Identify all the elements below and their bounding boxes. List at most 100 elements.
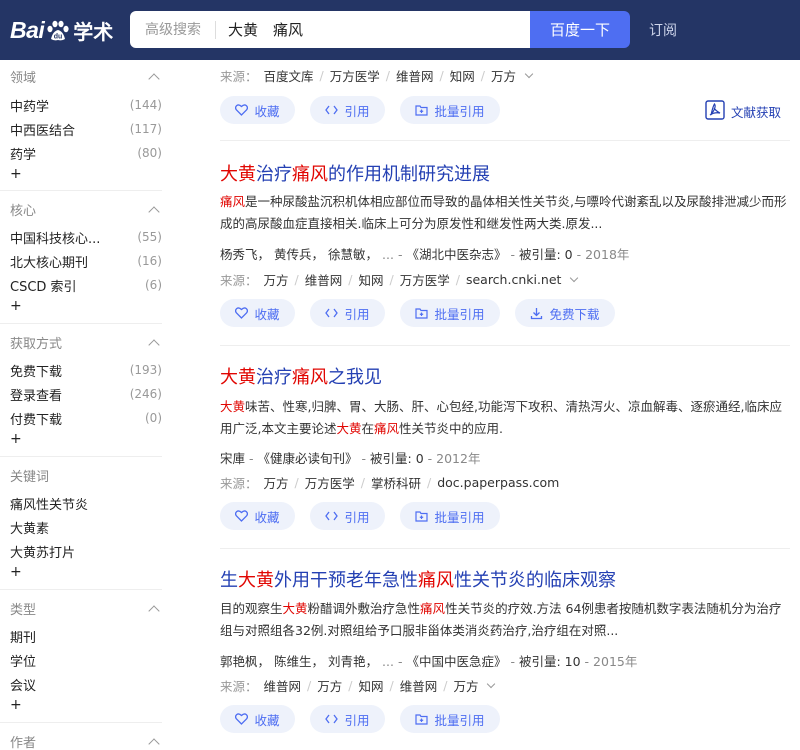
filter-item[interactable]: 药学 (80) — [10, 141, 162, 165]
filter-item[interactable]: 大黄素 — [10, 515, 162, 539]
chevron-up-icon[interactable] — [148, 338, 160, 351]
expand-more-button[interactable]: + — [10, 563, 162, 585]
collect-button[interactable]: 收藏 — [220, 96, 295, 124]
batch-cite-button[interactable]: 批量引用 — [400, 502, 500, 530]
cite-button[interactable]: 引用 — [310, 299, 385, 327]
chevron-up-icon[interactable] — [148, 604, 160, 617]
source-link[interactable]: 百度文库 — [264, 66, 314, 85]
source-link[interactable]: 维普网 — [305, 270, 343, 289]
source-link[interactable]: 万方医学 — [305, 473, 355, 492]
divider — [0, 722, 162, 723]
source-link[interactable]: doc.paperpass.com — [437, 475, 559, 490]
subscribe-link[interactable]: 订阅 — [649, 20, 677, 40]
chevron-up-icon[interactable] — [148, 72, 160, 85]
source-link[interactable]: 万方 — [491, 66, 516, 85]
collect-button[interactable]: 收藏 — [220, 502, 295, 530]
chevron-down-icon[interactable] — [570, 273, 579, 283]
author-link[interactable]: 徐慧敏 — [328, 247, 366, 262]
source-link[interactable]: 维普网 — [396, 66, 434, 85]
source-link[interactable]: 万方医学 — [330, 66, 380, 85]
action-row: 收藏 引用 批量引用 — [220, 96, 500, 124]
chevron-down-icon[interactable] — [487, 679, 496, 689]
free-download-button[interactable]: 免费下载 — [515, 299, 615, 327]
result-title[interactable]: 大黄治疗痛风之我见 — [220, 363, 382, 389]
code-brackets-icon — [325, 714, 339, 724]
document-fetch-link[interactable]: 文献获取 — [705, 100, 781, 123]
filter-group-type: 类型 期刊 学位 会议 + — [10, 598, 162, 718]
chevron-down-icon[interactable] — [524, 69, 534, 79]
batch-cite-button[interactable]: 批量引用 — [400, 299, 500, 327]
expand-more-button[interactable]: + — [10, 165, 162, 187]
filter-item[interactable]: 期刊 — [10, 624, 162, 648]
result-divider — [220, 548, 790, 549]
result-meta: 杨秀飞， 黄传兵， 徐慧敏， ... - 《湖北中医杂志》 - 被引量: 0 -… — [220, 247, 630, 262]
batch-cite-button[interactable]: 批量引用 — [400, 96, 500, 124]
cite-button[interactable]: 引用 — [310, 96, 385, 124]
filter-item[interactable]: 会议 — [10, 672, 162, 696]
divider — [0, 589, 162, 590]
filter-group-header[interactable]: 获取方式 — [10, 332, 162, 352]
journal-link[interactable]: 《健康必读旬刊》 — [258, 451, 358, 466]
source-link[interactable]: 万方 — [317, 676, 342, 695]
batch-cite-button[interactable]: 批量引用 — [400, 705, 500, 733]
cite-button[interactable]: 引用 — [310, 705, 385, 733]
filter-group-header[interactable]: 类型 — [10, 598, 162, 618]
author-link[interactable]: 陈维生 — [274, 654, 312, 669]
source-link[interactable]: 万方 — [453, 676, 478, 695]
baidu-scholar-logo[interactable]: Bai du 学术 — [10, 10, 113, 50]
source-link[interactable]: 知网 — [450, 66, 475, 85]
heart-icon — [235, 713, 249, 725]
source-link[interactable]: 万方 — [264, 270, 289, 289]
collect-button[interactable]: 收藏 — [220, 299, 295, 327]
search-button[interactable]: 百度一下 — [530, 11, 630, 48]
year: 2015年 — [593, 654, 638, 669]
collect-button[interactable]: 收藏 — [220, 705, 295, 733]
author-link[interactable]: 黄传兵 — [274, 247, 312, 262]
expand-more-button[interactable]: + — [10, 430, 162, 452]
expand-more-button[interactable]: + — [10, 297, 162, 319]
filter-group-header[interactable]: 作者 — [10, 731, 162, 750]
cited-count[interactable]: 0 — [565, 247, 573, 262]
filter-group-header[interactable]: 领域 — [10, 66, 162, 86]
source-link[interactable]: 知网 — [358, 676, 383, 695]
filter-item[interactable]: 中药学 (144) — [10, 93, 162, 117]
author-link[interactable]: 宋庫 — [220, 451, 245, 466]
journal-link[interactable]: 《中国中医急症》 — [406, 654, 506, 669]
source-link[interactable]: 万方医学 — [400, 270, 450, 289]
author-link[interactable]: 杨秀飞 — [220, 247, 258, 262]
filter-item[interactable]: 登录查看 (246) — [10, 382, 162, 406]
source-link[interactable]: search.cnki.net — [466, 272, 562, 287]
journal-link[interactable]: 《湖北中医杂志》 — [406, 247, 506, 262]
filter-group-header[interactable]: 核心 — [10, 199, 162, 219]
advanced-search-link[interactable]: 高级搜索 — [130, 20, 216, 39]
source-link[interactable]: 掌桥科研 — [371, 473, 421, 492]
filter-item[interactable]: 大黄苏打片 — [10, 539, 162, 563]
source-link[interactable]: 万方 — [264, 473, 289, 492]
filter-item[interactable]: 中西医结合 (117) — [10, 117, 162, 141]
result-title[interactable]: 大黄治疗痛风的作用机制研究进展 — [220, 160, 490, 186]
filter-item[interactable]: 免费下载 (193) — [10, 358, 162, 382]
filter-group-header[interactable]: 关键词 — [10, 465, 162, 485]
search-input[interactable] — [216, 20, 506, 39]
source-link[interactable]: 知网 — [358, 270, 383, 289]
cited-count[interactable]: 10 — [565, 654, 581, 669]
code-brackets-icon — [325, 308, 339, 318]
filter-item[interactable]: 学位 — [10, 648, 162, 672]
cited-count[interactable]: 0 — [416, 451, 424, 466]
source-link[interactable]: 维普网 — [400, 676, 438, 695]
expand-more-button[interactable]: + — [10, 696, 162, 718]
chevron-up-icon[interactable] — [148, 737, 160, 750]
author-link[interactable]: 刘青艳 — [328, 654, 366, 669]
author-link[interactable]: 郭艳枫 — [220, 654, 258, 669]
filter-item[interactable]: CSCD 索引 (6) — [10, 273, 162, 297]
chevron-up-icon[interactable] — [148, 205, 160, 218]
heart-icon — [235, 510, 249, 522]
filter-item[interactable]: 中国科技核心... (55) — [10, 225, 162, 249]
result-title[interactable]: 生大黄外用干预老年急性痛风性关节炎的临床观察 — [220, 566, 616, 592]
source-link[interactable]: 维普网 — [264, 676, 302, 695]
filter-item[interactable]: 北大核心期刊 (16) — [10, 249, 162, 273]
filter-item[interactable]: 付费下载 (0) — [10, 406, 162, 430]
filter-item[interactable]: 痛风性关节炎 — [10, 491, 162, 515]
filter-group-keywords: 关键词 痛风性关节炎 大黄素 大黄苏打片 + — [10, 465, 162, 585]
cite-button[interactable]: 引用 — [310, 502, 385, 530]
